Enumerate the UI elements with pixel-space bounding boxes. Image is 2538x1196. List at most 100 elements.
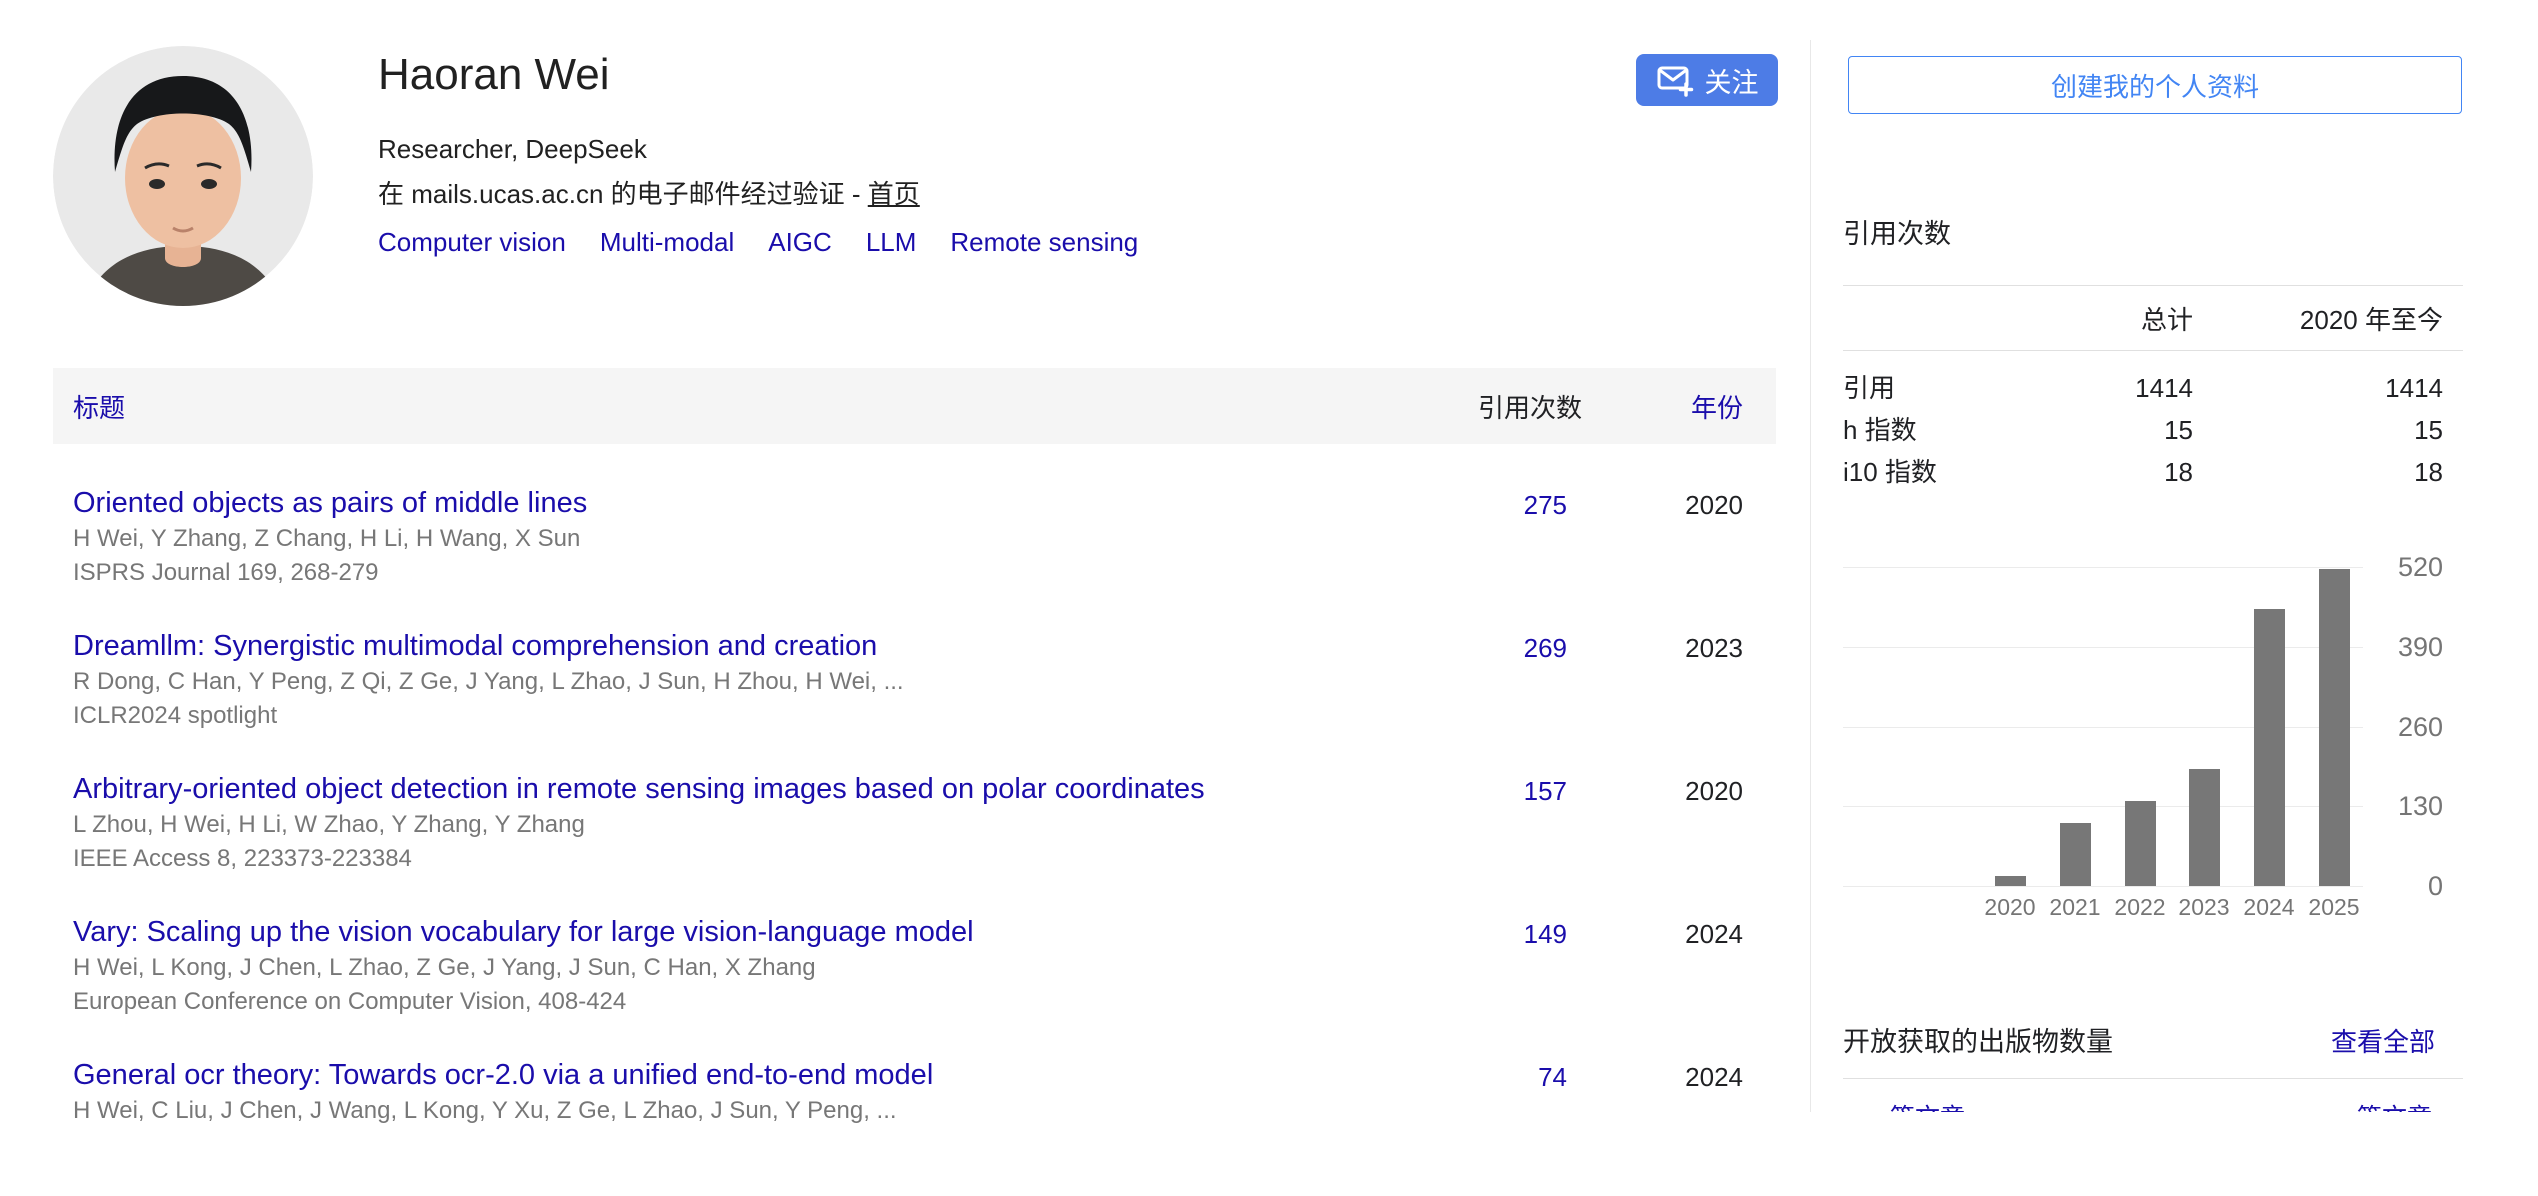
stats-header-since: 2020 年至今 [2193,300,2463,337]
citations-panel-title[interactable]: 引用次数 [1843,218,2463,250]
publications-rows: Oriented objects as pairs of middle line… [53,486,1776,1156]
publication-info: Dreamllm: Synergistic multimodal compreh… [53,629,1412,732]
publication-title-link[interactable]: Arbitrary-oriented object detection in r… [73,772,1205,807]
interest-tag-link[interactable]: Computer vision [378,227,566,258]
publication-title-link[interactable]: Dreamllm: Synergistic multimodal compreh… [73,629,877,664]
citations-chart: 0130260390520202020212022202320242025 [1843,551,2463,936]
publication-year-cell: 2020 [1582,486,1776,521]
stats-row-all-value: 18 [2043,451,2193,493]
interest-tag-link[interactable]: Multi-modal [600,227,734,258]
publication-cited-by-cell: 74 [1412,1058,1582,1093]
cited-by-count-link[interactable]: 269 [1524,633,1567,663]
follow-button-label: 关注 [1705,61,1759,100]
stats-row-label: i10 指数 [1843,451,2043,493]
publication-authors: H Wei, Y Zhang, Z Chang, H Li, H Wang, X… [73,523,1412,555]
stats-row-all-value: 1414 [2043,367,2193,409]
chart-bar-2023 [2189,769,2220,886]
publication-venue: IEEE Access 8, 223373-223384 [73,843,1412,875]
view-all-link[interactable]: 查看全部 [2331,1022,2463,1062]
stats-row: i10 指数 18 18 [1843,451,2463,493]
avatar-illustration [53,46,313,306]
publication-row: Dreamllm: Synergistic multimodal compreh… [53,629,1776,732]
divider [1843,1078,2463,1079]
cited-by-count-link[interactable]: 157 [1524,776,1567,806]
publication-authors: H Wei, L Kong, J Chen, L Zhao, Z Ge, J Y… [73,952,1412,984]
stats-row: h 指数 15 15 [1843,409,2463,451]
chart-plot: 0130260390520202020212022202320242025 [1843,551,2463,936]
stats-row-all-value: 15 [2043,409,2193,451]
publication-cited-by-cell: 157 [1412,772,1582,807]
open-access-panel: 开放获取的出版物数量 查看全部 [1843,1022,2463,1079]
interest-tag-link[interactable]: AIGC [768,227,832,258]
chart-bar-2024 [2254,609,2285,886]
chart-x-label: 2025 [2289,894,2379,920]
citations-panel: 引用次数 总计 2020 年至今 引用 1414 1414 h 指数 15 15… [1843,218,2463,493]
publication-cited-by-cell: 149 [1412,915,1582,950]
publication-venue: ICLR2024 spotlight [73,700,1412,732]
publication-venue: European Conference on Computer Vision, … [73,986,1412,1018]
publication-info: Vary: Scaling up the vision vocabulary f… [53,915,1412,1018]
verified-email-text: 在 mails.ucas.ac.cn 的电子邮件经过验证 - [378,179,868,209]
publication-row: Arbitrary-oriented object detection in r… [53,772,1776,875]
follow-button[interactable]: 关注 [1636,54,1778,106]
publication-year-cell: 2020 [1582,772,1776,807]
cited-by-count-link[interactable]: 74 [1538,1062,1567,1092]
cited-by-count-link[interactable]: 149 [1524,919,1567,949]
vertical-divider [1810,40,1811,1112]
publication-row: Vary: Scaling up the vision vocabulary f… [53,915,1776,1018]
open-access-count-link[interactable]: 篇文章 [1890,1103,1965,1112]
publication-row: General ocr theory: Towards ocr-2.0 via … [53,1058,1776,1156]
publication-authors: H Wei, C Liu, J Chen, J Wang, L Kong, Y … [73,1095,1412,1127]
cited-by-count-link[interactable]: 275 [1524,490,1567,520]
citations-stats-rows: 引用 1414 1414 h 指数 15 15 i10 指数 18 18 [1843,351,2463,493]
interest-tag-link[interactable]: Remote sensing [950,227,1138,258]
avatar [53,46,313,306]
interest-tags: Computer vision Multi-modal AIGC LLM Rem… [378,227,1138,258]
stats-row-since-value: 1414 [2193,367,2463,409]
publications-table: 标题 引用次数 年份 Oriented objects as pairs of … [53,368,1776,1196]
publication-cited-by-cell: 269 [1412,629,1582,664]
chart-bar-2022 [2125,801,2156,886]
publication-authors: R Dong, C Han, Y Peng, Z Qi, Z Ge, J Yan… [73,666,1412,698]
chart-bar-2020 [1995,876,2026,886]
sort-by-year-link[interactable]: 年份 [1691,393,1743,423]
chart-tick-label: 130 [2283,790,2443,822]
create-profile-button[interactable]: 创建我的个人资料 [1848,56,2462,114]
header-title-cell: 标题 [53,388,1412,425]
stats-row: 引用 1414 1414 [1843,367,2463,409]
publications-table-header: 标题 引用次数 年份 [53,368,1776,444]
homepage-link[interactable]: 首页 [868,179,920,209]
chart-bar-2021 [2060,823,2091,886]
publication-title-link[interactable]: General ocr theory: Towards ocr-2.0 via … [73,1058,933,1093]
stats-header-all: 总计 [2043,300,2193,337]
open-access-partial-row: 篇文章 篇文章 [1843,1103,2463,1112]
interest-tag-link[interactable]: LLM [866,227,917,258]
profile-name: Haoran Wei [378,50,1138,100]
publication-info: General ocr theory: Towards ocr-2.0 via … [53,1058,1412,1129]
citations-stats-header: 总计 2020 年至今 [1843,286,2463,350]
chart-tick-label: 260 [2283,711,2443,743]
publication-info: Oriented objects as pairs of middle line… [53,486,1412,589]
open-access-count-link[interactable]: 篇文章 [2357,1103,2432,1112]
verified-email-line: 在 mails.ucas.ac.cn 的电子邮件经过验证 - 首页 [378,179,1138,210]
publication-info: Arbitrary-oriented object detection in r… [53,772,1412,875]
stats-row-label: h 指数 [1843,409,2043,451]
chart-bar-2025 [2319,569,2350,886]
chart-tick-label: 520 [2283,551,2443,583]
profile-affiliation: Researcher, DeepSeek [378,134,1138,165]
header-cited-by-cell: 引用次数 [1412,388,1582,425]
chart-tick-label: 390 [2283,631,2443,663]
publication-year-cell: 2024 [1582,1058,1776,1093]
stats-row-since-value: 15 [2193,409,2463,451]
header-year-cell: 年份 [1582,388,1776,425]
publication-title-link[interactable]: Oriented objects as pairs of middle line… [73,486,587,521]
follow-envelope-plus-icon [1656,63,1694,97]
publication-year-cell: 2024 [1582,915,1776,950]
sort-by-title-link[interactable]: 标题 [73,393,125,423]
stats-row-since-value: 18 [2193,451,2463,493]
publication-row: Oriented objects as pairs of middle line… [53,486,1776,589]
publication-authors: L Zhou, H Wei, H Li, W Zhao, Y Zhang, Y … [73,809,1412,841]
publication-title-link[interactable]: Vary: Scaling up the vision vocabulary f… [73,915,974,950]
open-access-title: 开放获取的出版物数量 [1843,1022,2113,1062]
publication-cited-by-cell: 275 [1412,486,1582,521]
